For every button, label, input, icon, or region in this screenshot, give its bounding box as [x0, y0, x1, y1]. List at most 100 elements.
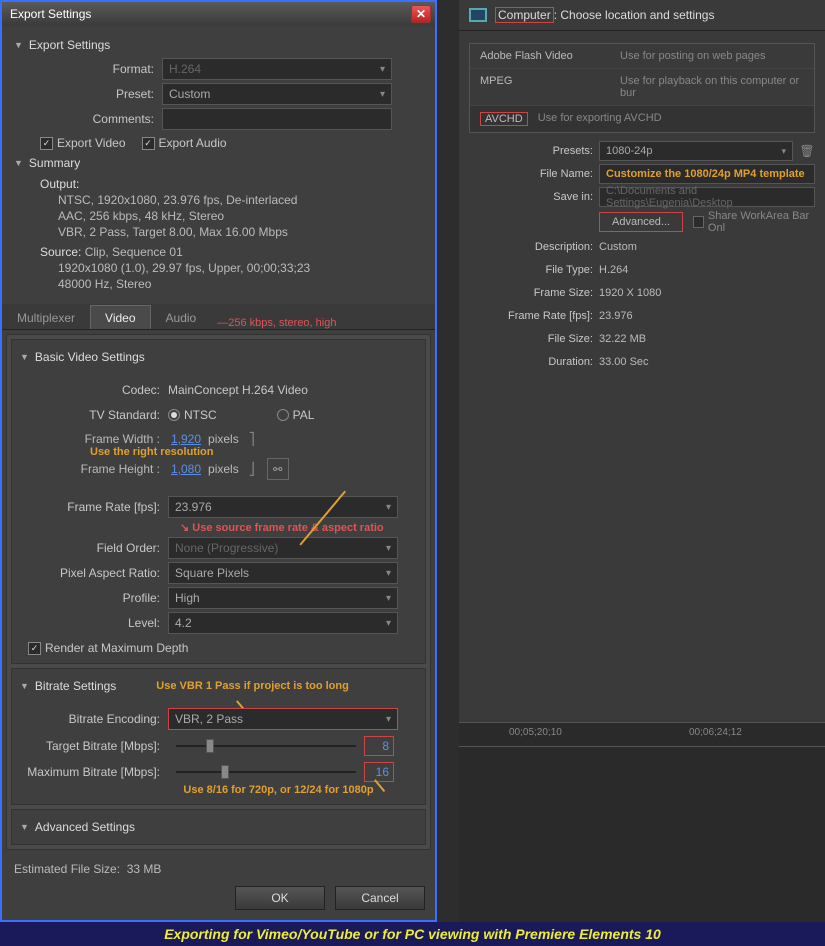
trash-icon[interactable]: 🗑 [799, 143, 815, 159]
filename-input[interactable]: Customize the 1080/24p MP4 template [599, 164, 815, 184]
timeline[interactable]: 00;05;20;10 00;06;24;12 [459, 722, 825, 922]
slider-thumb[interactable] [206, 739, 214, 753]
filename-label: File Name: [469, 168, 599, 180]
comments-label: Comments: [14, 112, 162, 126]
summary-line: AAC, 256 kbps, 48 kHz, Stereo [40, 208, 423, 224]
option-desc: Use for playback on this computer or bur [620, 75, 804, 99]
checkbox-label: Export Video [57, 136, 126, 150]
audio-annotation: — 256 kbps, stereo, high [217, 317, 336, 329]
radio-icon [168, 409, 180, 421]
monitor-icon [469, 8, 487, 22]
format-option[interactable]: MPEG Use for playback on this computer o… [470, 69, 814, 106]
option-desc: Use for exporting AVCHD [538, 112, 804, 126]
cancel-button[interactable]: Cancel [335, 886, 425, 910]
section-export-settings[interactable]: ▼ Export Settings [14, 38, 423, 52]
share-workarea-checkbox[interactable]: Share WorkArea Bar Onl [693, 210, 815, 234]
tab-audio[interactable]: Audio [151, 305, 212, 329]
framesize-value: 1920 X 1080 [599, 287, 815, 299]
codec-value: MainConcept H.264 Video [168, 383, 308, 397]
profile-select[interactable]: High [168, 587, 398, 609]
codec-label: Codec: [20, 383, 168, 397]
desc-label: Description: [469, 241, 599, 253]
annotation-framerate: ↘ Use source frame rate & aspect ratio [20, 521, 417, 534]
max-bitrate-value[interactable]: 16 [364, 762, 394, 782]
summary-output-label: Output: [40, 177, 79, 191]
comments-input[interactable] [162, 108, 392, 130]
summary-line: 1920x1080 (1.0), 29.97 fps, Upper, 00;00… [40, 260, 423, 276]
export-video-checkbox[interactable]: ✓ Export Video [40, 136, 126, 150]
format-option[interactable]: Adobe Flash Video Use for posting on web… [470, 44, 814, 69]
radio-ntsc[interactable]: NTSC [168, 408, 217, 422]
unit-label: pixels [204, 462, 239, 476]
link-icon[interactable]: ⚯ [267, 458, 289, 480]
chevron-down-icon: ▼ [14, 40, 23, 50]
savein-label: Save in: [469, 191, 599, 203]
checkbox-icon: ✓ [40, 137, 53, 150]
filetype-label: File Type: [469, 264, 599, 276]
fieldorder-label: Field Order: [20, 541, 168, 555]
target-bitrate-label: Target Bitrate [Mbps]: [20, 739, 168, 753]
max-bitrate-slider[interactable] [176, 763, 356, 781]
option-name: MPEG [480, 75, 620, 99]
export-audio-checkbox[interactable]: ✓ Export Audio [142, 136, 227, 150]
header-text: : Choose location and settings [554, 8, 715, 22]
framerate-select[interactable]: 23.976 [168, 496, 398, 518]
chevron-down-icon: ▼ [14, 158, 23, 168]
ok-button[interactable]: OK [235, 886, 325, 910]
checkbox-icon: ✓ [142, 137, 155, 150]
bitrate-encoding-label: Bitrate Encoding: [20, 712, 168, 726]
share-panel: Computer: Choose location and settings A… [459, 0, 825, 922]
filesize-value: 32.22 MB [599, 333, 815, 345]
bracket-icon: ⎤ [249, 432, 255, 446]
chevron-down-icon: ▼ [20, 822, 29, 832]
filetype-value: H.264 [599, 264, 815, 276]
tab-video[interactable]: Video [90, 305, 150, 329]
frame-width-value[interactable]: 1,920 [168, 432, 204, 446]
radio-pal[interactable]: PAL [277, 408, 315, 422]
target-bitrate-value[interactable]: 8 [364, 736, 394, 756]
savein-input[interactable]: C:\Documents and Settings\Eugenia\Deskto… [599, 187, 815, 207]
framerate-label: Frame Rate [fps]: [469, 310, 599, 322]
frame-height-value[interactable]: 1,080 [168, 462, 204, 476]
profile-label: Profile: [20, 591, 168, 605]
share-header: Computer: Choose location and settings [459, 0, 825, 31]
level-select[interactable]: 4.2 [168, 612, 398, 634]
fieldorder-select[interactable]: None (Progressive) [168, 537, 398, 559]
frame-width-label: Frame Width : [20, 432, 168, 446]
tab-multiplexer[interactable]: Multiplexer [2, 305, 90, 329]
render-depth-checkbox[interactable]: ✓ Render at Maximum Depth [20, 637, 417, 655]
advanced-button[interactable]: Advanced... [599, 212, 683, 232]
timecode: 00;06;24;12 [689, 727, 742, 738]
summary-line: Clip, Sequence 01 [85, 245, 183, 259]
section-advanced[interactable]: ▼ Advanced Settings [12, 816, 425, 838]
tvstd-label: TV Standard: [20, 408, 168, 422]
export-settings-dialog: Export Settings ✕ ▼ Export Settings Form… [0, 0, 437, 922]
presets-select[interactable]: 1080-24p [599, 141, 793, 161]
target-bitrate-slider[interactable] [176, 737, 356, 755]
section-label: Export Settings [29, 38, 110, 52]
timecode: 00;05;20;10 [509, 727, 562, 738]
framerate-label: Frame Rate [fps]: [20, 500, 168, 514]
section-summary[interactable]: ▼ Summary [14, 156, 423, 170]
framesize-label: Frame Size: [469, 287, 599, 299]
summary-line: 48000 Hz, Stereo [40, 276, 423, 292]
filesize-label: File Size: [469, 333, 599, 345]
format-select[interactable]: H.264 [162, 58, 392, 80]
close-button[interactable]: ✕ [411, 5, 431, 23]
preset-select[interactable]: Custom [162, 83, 392, 105]
slider-thumb[interactable] [221, 765, 229, 779]
unit-label: pixels [204, 432, 239, 446]
section-bitrate[interactable]: ▼ Bitrate Settings Use VBR 1 Pass if pro… [12, 675, 425, 697]
option-name: AVCHD [480, 112, 528, 126]
par-select[interactable]: Square Pixels [168, 562, 398, 584]
annotation-resolution: Use the right resolution [20, 446, 417, 458]
section-label: Bitrate Settings [35, 679, 116, 693]
annotation-bitrate: Use 8/16 for 720p, or 12/24 for 1080p [20, 784, 417, 796]
section-label: Basic Video Settings [35, 350, 145, 364]
section-basic-video[interactable]: ▼ Basic Video Settings [12, 346, 425, 368]
titlebar: Export Settings ✕ [2, 2, 435, 26]
format-option-selected[interactable]: AVCHD Use for exporting AVCHD [470, 106, 814, 132]
bitrate-encoding-select[interactable]: VBR, 2 Pass [168, 708, 398, 730]
option-name: Adobe Flash Video [480, 50, 620, 62]
timeline-ruler[interactable]: 00;05;20;10 00;06;24;12 [459, 723, 825, 747]
